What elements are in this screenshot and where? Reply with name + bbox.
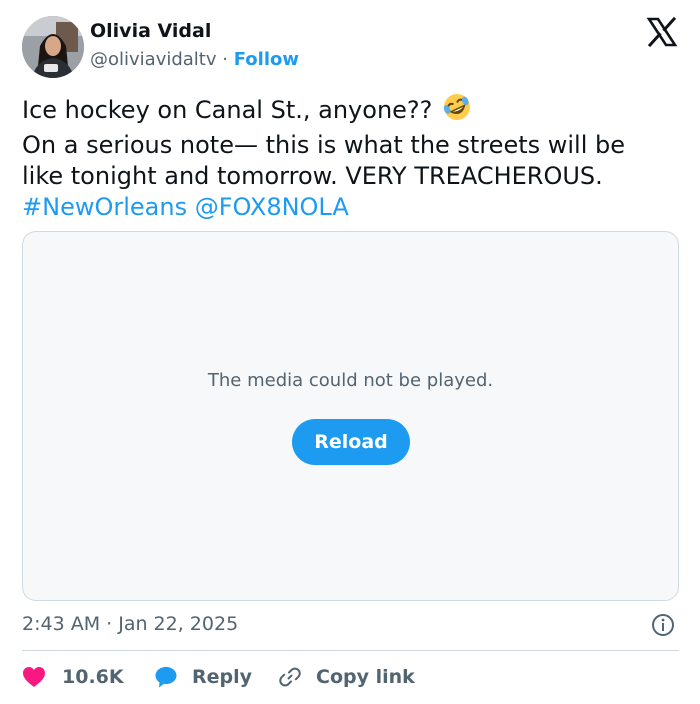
tweet-line-4: #NewOrleans @FOX8NOLA [22,192,682,223]
reply-label: Reply [192,666,253,688]
author-handle-row: @oliviavidaltv · Follow [90,49,299,70]
separator: · [222,49,228,70]
divider [22,650,679,651]
link-icon [279,667,301,687]
avatar-photo [22,16,84,78]
reply-bubble-icon [155,667,177,688]
copy-link-button[interactable]: Copy link [278,664,415,690]
media-error-message: The media could not be played. [207,370,494,391]
tweet-line-3: like tonight and tomorrow. VERY TREACHER… [22,162,603,190]
like-count: 10.6K [62,666,124,688]
author-handle[interactable]: @oliviavidaltv [90,49,217,70]
tweet-line-1: Ice hockey on Canal St., anyone?? [22,92,682,130]
author-name[interactable]: Olivia Vidal [90,20,211,42]
tweet-card: Olivia Vidal @oliviavidaltv · Follow Ice… [0,0,700,704]
mention-link[interactable]: @FOX8NOLA [195,193,349,221]
reload-button[interactable]: Reload [292,419,410,465]
info-icon[interactable] [651,613,675,637]
tweet-line-2: On a serious note— this is what the stre… [22,131,626,159]
heart-icon [23,667,45,687]
tweet-line-1-text: Ice hockey on Canal St., anyone?? [22,96,433,124]
rolling-on-floor-laughing-emoji-icon [442,92,472,130]
tweet-text: Ice hockey on Canal St., anyone?? On a s… [22,92,682,223]
x-logo-icon[interactable] [646,16,678,48]
media-container: The media could not be played. Reload [22,231,679,601]
tweet-timestamp[interactable]: 2:43 AM · Jan 22, 2025 [22,613,238,635]
like-button[interactable]: 10.6K [22,664,124,690]
follow-button[interactable]: Follow [234,49,299,70]
copy-link-label: Copy link [316,666,415,688]
hashtag-link[interactable]: #NewOrleans [22,193,187,221]
avatar[interactable] [22,16,84,78]
reply-button[interactable]: Reply [154,664,252,690]
